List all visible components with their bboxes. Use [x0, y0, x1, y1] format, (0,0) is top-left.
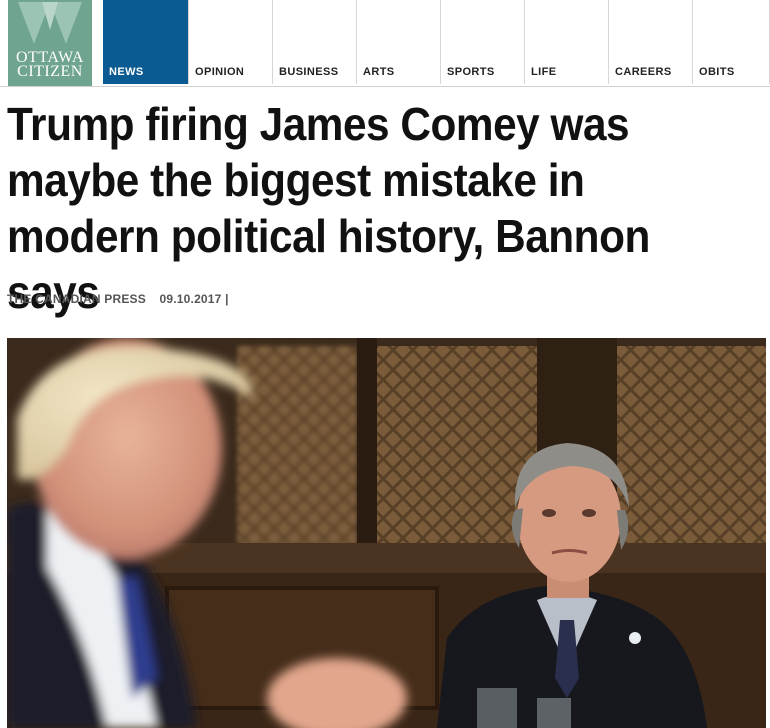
nav-item-obits[interactable]: OBITS	[692, 0, 770, 84]
top-navigation: OTTAWA CITIZEN NEWS OPINION BUSINESS ART…	[0, 0, 770, 87]
nav-item-label: LIFE	[531, 66, 557, 78]
logo-text-citizen: CITIZEN	[17, 63, 83, 80]
nav-item-careers[interactable]: CAREERS	[608, 0, 692, 84]
byline-date: 09.10.2017 |	[159, 292, 229, 306]
nav-item-label: OPINION	[195, 66, 245, 78]
nav-item-arts[interactable]: ARTS	[356, 0, 440, 84]
nav-item-opinion[interactable]: OPINION	[188, 0, 272, 84]
article-headline: Trump firing James Comey was maybe the b…	[7, 98, 650, 318]
nav-item-label: CAREERS	[615, 66, 672, 78]
nav-item-label: OBITS	[699, 66, 735, 78]
nav-item-sports[interactable]: SPORTS	[440, 0, 524, 84]
article-byline: THE CANADIAN PRESS 09.10.2017 |	[7, 292, 229, 306]
photo-illustration	[7, 338, 766, 728]
nav-item-business[interactable]: BUSINESS	[272, 0, 356, 84]
nav-item-label: SPORTS	[447, 66, 495, 78]
section-menu: NEWS OPINION BUSINESS ARTS SPORTS LIFE C…	[103, 0, 770, 86]
nav-item-label: ARTS	[363, 66, 395, 78]
nav-item-label: NEWS	[109, 66, 144, 78]
site-logo[interactable]: OTTAWA CITIZEN	[8, 0, 92, 86]
byline-source[interactable]: THE CANADIAN PRESS	[7, 292, 146, 306]
nav-item-life[interactable]: LIFE	[524, 0, 608, 84]
nav-item-news[interactable]: NEWS	[103, 0, 188, 84]
nav-item-label: BUSINESS	[279, 66, 339, 78]
article-photo[interactable]	[7, 338, 766, 728]
